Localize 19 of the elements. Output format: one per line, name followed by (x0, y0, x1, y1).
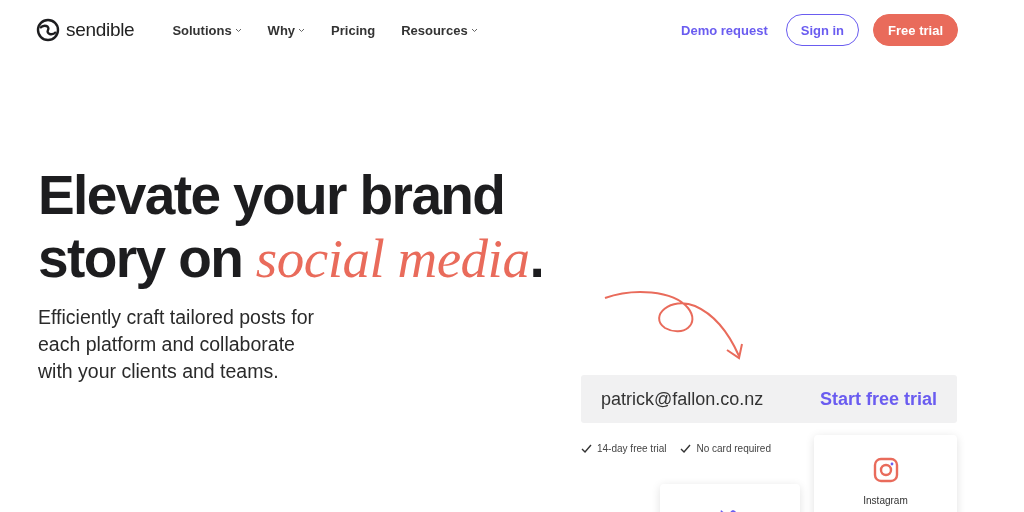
email-field[interactable]: patrick@fallon.co.nz (601, 388, 764, 410)
start-trial-button[interactable]: Start free trial (819, 388, 937, 410)
instagram-icon (872, 457, 899, 483)
demo-request-link[interactable]: Demo request (681, 22, 768, 38)
nav-link[interactable]: Why (267, 22, 306, 38)
check-icon (680, 444, 692, 453)
hero-heading: Elevate your brand story on social media. (38, 164, 545, 290)
perk-text: No card required (696, 443, 771, 454)
nav-link[interactable]: Resources (401, 22, 478, 38)
logo-icon (36, 18, 60, 42)
card-label: Instagram (863, 495, 908, 506)
perk-text: 14-day free trial (597, 443, 667, 454)
nav-link[interactable]: Pricing (331, 22, 376, 38)
platform-card[interactable]: Instagram (814, 435, 957, 512)
sign-in-button[interactable]: Sign in (785, 14, 860, 46)
logo-text[interactable]: sendible (66, 19, 135, 41)
check-icon (581, 444, 592, 453)
nav-link[interactable]: Solutions (172, 22, 242, 38)
hero-subtitle: Efficiently craft tailored posts for each platform and collaborate with your clients and teams. (38, 305, 315, 384)
